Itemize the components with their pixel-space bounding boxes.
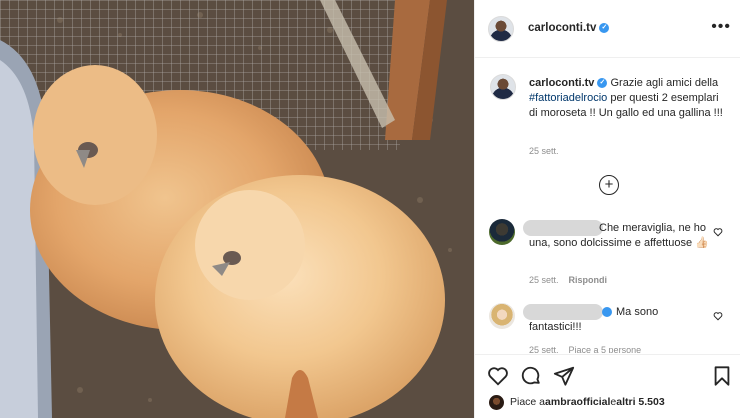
commenter-verified-badge-icon: ✓ bbox=[602, 307, 693, 318]
bookmark-icon[interactable] bbox=[711, 365, 733, 387]
caption-timestamp[interactable]: 25 sett. bbox=[529, 146, 559, 156]
post-actions-bar: Piace a ambraofficial e altri 5.503 bbox=[475, 354, 740, 418]
comment-text: Che meraviglia, ne ho una, sono dolcissi… bbox=[529, 222, 709, 249]
author-avatar[interactable] bbox=[488, 16, 514, 42]
likes-summary: Piace a ambraofficial e altri 5.503 bbox=[489, 393, 665, 411]
comment-like-heart-icon[interactable] bbox=[713, 311, 723, 321]
load-more-comments-icon[interactable]: + bbox=[599, 175, 619, 195]
comment-meta: 25 sett. Piace a 5 persone bbox=[529, 345, 651, 353]
likes-prefix: Piace a bbox=[510, 396, 546, 408]
post-header: carloconti.tv ✓ ••• bbox=[475, 0, 740, 58]
share-icon[interactable] bbox=[553, 365, 575, 387]
comment-timestamp[interactable]: 25 sett. bbox=[529, 345, 559, 353]
comment-likes-count[interactable]: Piace a 5 persone bbox=[569, 345, 642, 353]
verified-badge-icon: ✓ bbox=[599, 22, 610, 33]
caption-body-start: Grazie agli amici della bbox=[610, 77, 719, 89]
commenter-avatar[interactable] bbox=[489, 303, 515, 329]
caption-verified-badge-icon: ✓ bbox=[597, 78, 608, 89]
caption-username[interactable]: carloconti.tv bbox=[529, 77, 594, 89]
commenter-avatar[interactable] bbox=[489, 219, 515, 245]
liker-username[interactable]: ambraofficial bbox=[545, 396, 610, 408]
heart-icon[interactable] bbox=[487, 365, 509, 387]
reply-button[interactable]: Rispondi bbox=[569, 275, 608, 285]
caption-text: carloconti.tv ✓ Grazie agli amici della #… bbox=[529, 76, 729, 121]
post-photo[interactable] bbox=[0, 0, 474, 418]
comment-icon[interactable] bbox=[520, 365, 542, 387]
comment-like-heart-icon[interactable] bbox=[713, 227, 723, 237]
liker-avatar[interactable] bbox=[489, 394, 504, 410]
caption-avatar[interactable] bbox=[490, 74, 516, 100]
post-sidebar: carloconti.tv ✓ ••• carloconti.tv ✓ Grazie… bbox=[474, 0, 740, 418]
more-options-icon[interactable]: ••• bbox=[711, 18, 731, 36]
author-username-text[interactable]: carloconti.tv bbox=[528, 22, 596, 34]
author-username[interactable]: carloconti.tv ✓ bbox=[528, 22, 610, 34]
chickens-image bbox=[0, 0, 474, 418]
comment-text: ✓Ma sono fantastici!!! bbox=[529, 305, 709, 335]
comment-meta: 25 sett. Rispondi bbox=[529, 275, 617, 285]
comment-timestamp[interactable]: 25 sett. bbox=[529, 275, 559, 285]
caption-hashtag-link[interactable]: #fattoriadelrocio bbox=[529, 92, 607, 104]
comment-text-body: Ma sono fantastici!!! bbox=[529, 306, 659, 333]
likes-others-link[interactable]: altri 5.503 bbox=[616, 396, 664, 408]
